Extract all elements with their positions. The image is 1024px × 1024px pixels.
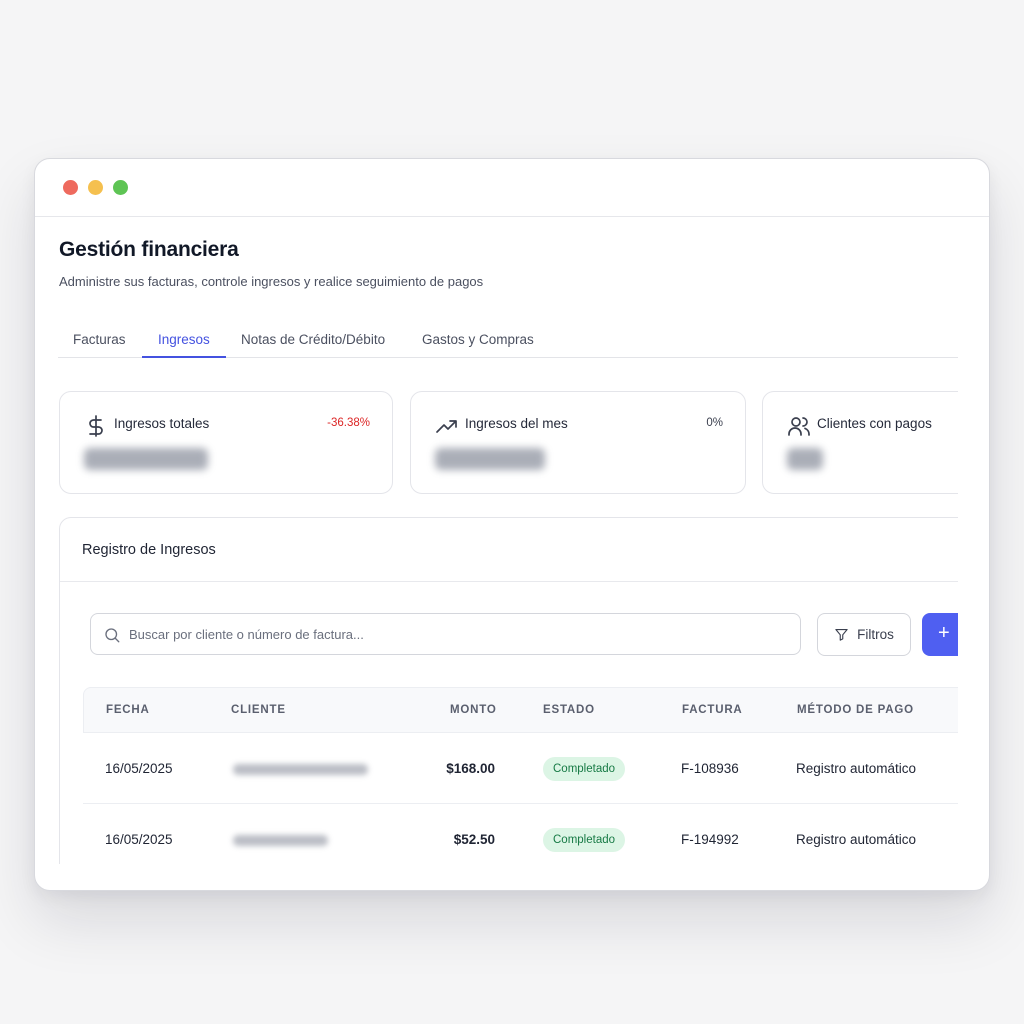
search-box[interactable]: [90, 613, 801, 655]
main-content: Gestión financiera Administre sus factur…: [58, 217, 958, 864]
tab-facturas[interactable]: Facturas: [73, 321, 129, 358]
panel-title: Registro de Ingresos: [60, 518, 958, 582]
page-subtitle: Administre sus facturas, controle ingres…: [59, 274, 484, 289]
table-header: FECHA CLIENTE MONTO ESTADO FACTURA MÉTOD…: [83, 687, 958, 733]
tab-notas-credito-debito[interactable]: Notas de Crédito/Débito: [241, 321, 385, 358]
table-row[interactable]: 16/05/2025 $52.50 Completado F-194992 Re…: [83, 804, 958, 864]
income-table: FECHA CLIENTE MONTO ESTADO FACTURA MÉTOD…: [83, 687, 958, 864]
cell-date: 16/05/2025: [105, 761, 173, 776]
stat-value-redacted: [787, 448, 823, 470]
stat-label: Ingresos del mes: [465, 416, 568, 431]
column-header-cliente[interactable]: CLIENTE: [231, 704, 286, 716]
income-register-panel: Registro de Ingresos Filtros + FECHA CLI: [59, 517, 958, 864]
table-row[interactable]: 16/05/2025 $168.00 Completado F-108936 R…: [83, 733, 958, 804]
filters-button[interactable]: Filtros: [817, 613, 911, 656]
maximize-window-button[interactable]: [113, 180, 128, 195]
app-window: Gestión financiera Administre sus factur…: [34, 158, 990, 891]
trending-up-icon: [436, 420, 457, 433]
stat-label: Ingresos totales: [114, 416, 210, 431]
cell-date: 16/05/2025: [105, 832, 173, 847]
column-header-fecha[interactable]: FECHA: [106, 704, 150, 716]
column-header-estado[interactable]: ESTADO: [543, 704, 595, 716]
cell-amount: $52.50: [453, 832, 495, 847]
cell-client-redacted: [233, 764, 368, 775]
tab-gastos-compras[interactable]: Gastos y Compras: [422, 321, 534, 358]
dollar-icon: [89, 415, 103, 437]
cell-payment-method: Registro automático: [796, 832, 917, 847]
search-icon: [105, 628, 120, 643]
page-title: Gestión financiera: [59, 238, 239, 261]
status-badge: Completado: [543, 828, 626, 852]
stat-card-ingresos-totales: Ingresos totales -36.38%: [59, 391, 393, 494]
column-header-factura[interactable]: FACTURA: [682, 704, 743, 716]
stat-change-badge: 0%: [706, 417, 723, 429]
add-income-button[interactable]: +: [922, 613, 958, 656]
users-icon: [788, 417, 810, 436]
stat-card-clientes-pagos: Clientes con pagos: [762, 391, 958, 494]
cell-amount: $168.00: [446, 761, 495, 776]
close-window-button[interactable]: [63, 180, 78, 195]
cell-invoice[interactable]: F-108936: [681, 761, 739, 776]
minimize-window-button[interactable]: [88, 180, 103, 195]
filter-icon: [835, 628, 848, 641]
status-badge: Completado: [543, 757, 626, 781]
column-header-metodo-pago[interactable]: MÉTODO DE PAGO: [797, 704, 914, 716]
filters-label: Filtros: [857, 627, 894, 642]
stat-value-redacted: [84, 448, 208, 470]
stat-card-ingresos-mes: Ingresos del mes 0%: [410, 391, 746, 494]
column-header-monto[interactable]: MONTO: [450, 704, 497, 716]
stat-value-redacted: [435, 448, 545, 470]
cell-payment-method: Registro automático: [796, 761, 917, 776]
tab-ingresos[interactable]: Ingresos: [142, 321, 226, 358]
stat-change-badge: -36.38%: [327, 417, 370, 429]
tab-bar: Facturas Ingresos Notas de Crédito/Débit…: [58, 321, 958, 358]
search-input[interactable]: [129, 614, 789, 654]
cell-client-redacted: [233, 835, 328, 846]
title-bar: [35, 159, 989, 217]
cell-invoice[interactable]: F-194992: [681, 832, 739, 847]
stat-label: Clientes con pagos: [817, 416, 932, 431]
